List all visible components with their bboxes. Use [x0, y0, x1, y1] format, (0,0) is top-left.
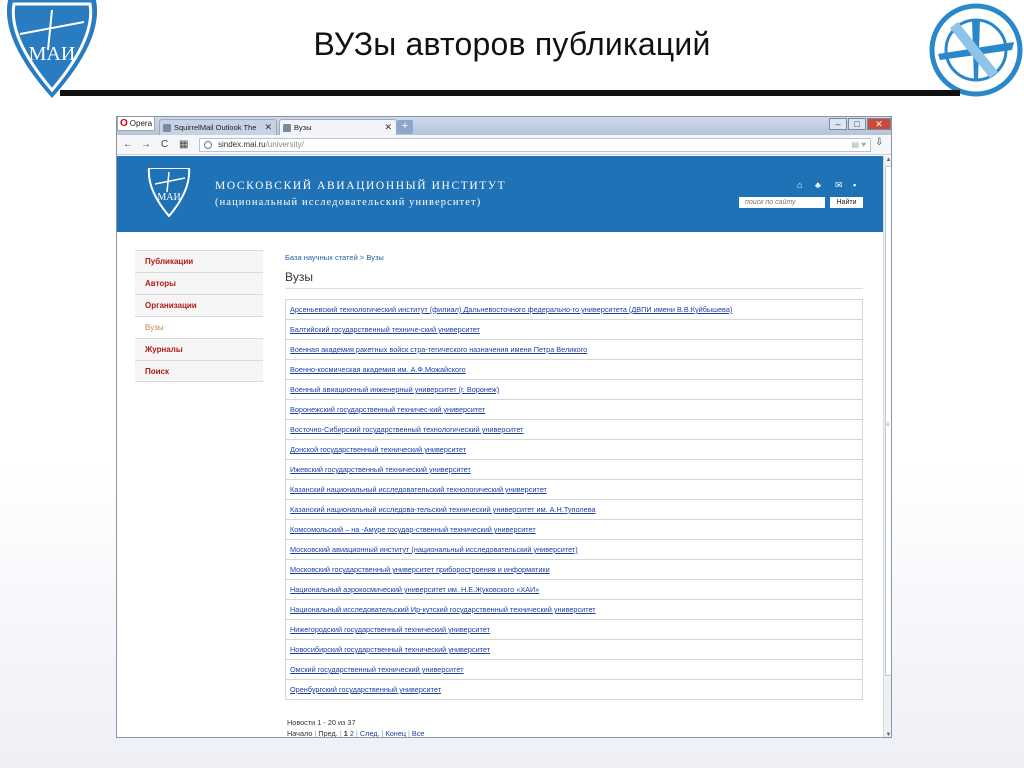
pager-page-2[interactable]: 2 — [350, 729, 354, 737]
browser-window: O Opera SquirrelMail Outlook The ✕ Вузы ✕… — [116, 116, 892, 738]
heading-divider — [285, 288, 863, 289]
speed-dial-icon[interactable]: ▦ — [179, 137, 188, 153]
pager-separator: | — [408, 729, 410, 738]
university-link[interactable]: Ижевский государственный технический уни… — [286, 460, 862, 480]
university-link[interactable]: Национальный исследовательский Ир-кутски… — [286, 600, 862, 620]
university-link[interactable]: Новосибирский государственный технически… — [286, 640, 862, 660]
university-list: Арсеньевский технологический институт (ф… — [285, 299, 863, 700]
university-link[interactable]: Казанский национальный исследова-тельски… — [286, 500, 862, 520]
tab-label: SquirrelMail Outlook The — [174, 123, 257, 132]
title-divider — [60, 90, 960, 96]
university-link[interactable]: Комсомольский – на -Амуре государ-ственн… — [286, 520, 862, 540]
site-search-input[interactable] — [739, 197, 825, 208]
scroll-thumb[interactable] — [885, 166, 891, 676]
scroll-down-icon[interactable]: ▼ — [884, 731, 891, 737]
close-window-button[interactable]: ✕ — [867, 118, 891, 130]
page-icon — [283, 124, 291, 132]
sitemap-icon[interactable]: ♣ — [815, 180, 821, 190]
pager-separator: | — [314, 729, 317, 738]
university-link[interactable]: Военный авиационный инженерный университ… — [286, 380, 862, 400]
pager-info: Новости 1 - 20 из 37 — [287, 718, 356, 727]
opera-menu-button[interactable]: O Opera — [117, 117, 155, 131]
new-tab-button[interactable]: + — [397, 120, 413, 134]
close-tab-icon[interactable]: ✕ — [264, 120, 272, 135]
pager-separator: | — [339, 729, 342, 738]
page-heading: Вузы — [285, 270, 313, 284]
reload-icon[interactable]: C — [161, 137, 168, 153]
sidebar-item-search[interactable]: Поиск — [135, 360, 263, 382]
home-icon[interactable]: ⌂ — [797, 180, 802, 190]
maximize-button[interactable]: □ — [848, 118, 866, 130]
address-host: sindex.mai.ru — [218, 140, 266, 149]
site-header: МАИ МОСКОВСКИЙ АВИАЦИОННЫЙ ИНСТИТУТ (нац… — [117, 156, 883, 232]
scroll-grip-icon: ≡ — [886, 422, 890, 428]
lock-icon[interactable]: ▪ — [853, 180, 856, 190]
mail-icon[interactable]: ✉ — [835, 180, 843, 191]
page-viewport: МАИ МОСКОВСКИЙ АВИАЦИОННЫЙ ИНСТИТУТ (нац… — [117, 156, 883, 738]
sidebar-item-journals[interactable]: Журналы — [135, 338, 263, 360]
pager-current-page: 1 — [343, 729, 348, 738]
pager-prev: Пред. — [318, 729, 338, 738]
slide-title: ВУЗы авторов публикаций — [313, 26, 711, 62]
tab-strip: O Opera SquirrelMail Outlook The ✕ Вузы ✕… — [117, 117, 891, 135]
scroll-up-icon[interactable]: ▲ — [884, 156, 891, 164]
navigation-bar: ← → C ▦ sindex.mai.ru/university/ ▤ ♥ ⇩ — [117, 135, 891, 155]
download-icon[interactable]: ⇩ — [875, 137, 883, 148]
sidebar-item-organizations[interactable]: Организации — [135, 294, 263, 316]
forward-icon[interactable]: → — [141, 137, 151, 153]
address-bar[interactable]: sindex.mai.ru/university/ ▤ ♥ — [199, 138, 871, 152]
pagination: Начало | Пред. | 1 2 | След. | Конец | Все — [287, 729, 425, 738]
university-link[interactable]: Воронежский государственный техничес-кий… — [286, 400, 862, 420]
university-link[interactable]: Казанский национальный исследовательский… — [286, 480, 862, 500]
university-link[interactable]: Восточно-Сибирский государственный техно… — [286, 420, 862, 440]
university-link[interactable]: Балтийский государственный техниче-ский … — [286, 320, 862, 340]
opera-icon: O — [120, 118, 128, 129]
sidebar-menu: Публикации Авторы Организации Вузы Журна… — [135, 250, 263, 382]
mai-site-logo[interactable]: МАИ — [147, 168, 191, 218]
tab-squirrelmail[interactable]: SquirrelMail Outlook The ✕ — [159, 119, 277, 135]
university-link[interactable]: Московский государственный университет п… — [286, 560, 862, 580]
institute-subtitle: (национальный исследовательский универси… — [215, 197, 482, 208]
pager-end[interactable]: Конец — [385, 729, 406, 737]
university-link[interactable]: Военно-космическая академия им. А.Ф.Можа… — [286, 360, 862, 380]
page-icon — [163, 124, 171, 132]
university-link[interactable]: Оренбургский государственный университет — [286, 680, 862, 700]
vertical-scrollbar[interactable]: ▲ ≡ ▼ — [883, 156, 891, 737]
university-link[interactable]: Нижегородский государственный технически… — [286, 620, 862, 640]
sidebar-item-universities[interactable]: Вузы — [135, 316, 263, 338]
bookmark-heart-icon[interactable]: ▤ ♥ — [851, 139, 866, 151]
university-link[interactable]: Арсеньевский технологический институт (ф… — [286, 300, 862, 320]
search-button[interactable]: Найти — [830, 197, 863, 208]
university-link[interactable]: Московский авиационный институт (национа… — [286, 540, 862, 560]
pager-separator: | — [381, 729, 384, 738]
site-logo-text: МАИ — [157, 192, 180, 203]
tab-vuzy[interactable]: Вузы ✕ — [279, 119, 397, 135]
pager-next[interactable]: След. — [360, 729, 380, 737]
pager-separator: | — [355, 729, 358, 738]
back-icon[interactable]: ← — [123, 137, 133, 153]
university-link[interactable]: Донской государственный технический унив… — [286, 440, 862, 460]
address-path: /university/ — [265, 140, 304, 149]
breadcrumb[interactable]: База научных статей > Вузы — [285, 253, 384, 262]
institute-name: МОСКОВСКИЙ АВИАЦИОННЫЙ ИНСТИТУТ — [215, 180, 507, 192]
university-link[interactable]: Национальный аэрокосмический университет… — [286, 580, 862, 600]
sidebar-item-publications[interactable]: Публикации — [135, 250, 263, 272]
university-link[interactable]: Омский государственный технический униве… — [286, 660, 862, 680]
university-link[interactable]: Военная академия ракетных войск стра-тег… — [286, 340, 862, 360]
close-tab-icon[interactable]: ✕ — [384, 120, 392, 135]
tab-label: Вузы — [294, 123, 312, 132]
minimize-button[interactable]: – — [829, 118, 847, 130]
pager-start: Начало — [287, 729, 313, 738]
pager-all[interactable]: Все — [412, 729, 425, 737]
site-info-icon[interactable] — [204, 141, 212, 149]
opera-label: Opera — [129, 119, 153, 128]
sidebar-item-authors[interactable]: Авторы — [135, 272, 263, 294]
